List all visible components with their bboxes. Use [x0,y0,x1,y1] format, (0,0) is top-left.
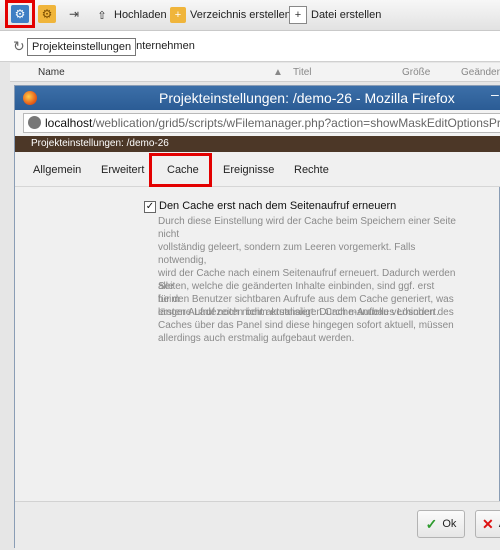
sort-arrow-icon: ▲ [273,67,283,78]
firefox-icon [23,91,37,105]
create-directory-label: Verzeichnis erstellen [190,9,291,21]
site-info-icon[interactable] [28,116,41,129]
ok-button[interactable]: ✓ Ok [417,510,465,538]
column-size[interactable]: Größe [402,67,430,78]
firefox-window: Projekteinstellungen: /demo-26 - Mozilla… [14,85,500,550]
upload-icon: ⇧ [97,9,107,22]
tab-rechte[interactable]: Rechte [294,164,329,176]
window-title: Projekteinstellungen: /demo-26 - Mozilla… [159,90,455,106]
window-titlebar: Projekteinstellungen: /demo-26 - Mozilla… [15,86,500,110]
desc2-line: ersten Aufruf noch nicht aktualisiert. D… [158,307,454,318]
tab-erweitert[interactable]: Erweitert [101,164,144,176]
main-toolbar: ⚙ ⚙ ⇥ ⇧ Hochladen + Verzeichnis erstelle… [0,0,500,31]
create-file-button[interactable]: + Datei erstellen [289,5,381,25]
create-file-label: Datei erstellen [311,9,382,21]
tooltip: Projekteinstellungen [27,38,137,56]
ok-label: Ok [442,518,457,530]
highlight-frame-cache-tab [149,153,212,187]
column-changed[interactable]: Geänder [461,67,500,78]
desc2-line: Seiten, welche die geänderten Inhalte ei… [158,281,435,305]
dialog-title: Projekteinstellungen: /demo-26 [31,138,169,149]
refresh-icon[interactable]: ↻ [13,38,25,55]
desc2-line: allerdings auch erstmalig aufgebaut werd… [158,333,355,344]
description-paragraph-2: Seiten, welche die geänderten Inhalte ei… [158,280,458,345]
folder-add-icon: + [170,7,186,23]
url-host: localhost [45,116,93,130]
minimize-icon[interactable]: – [491,86,499,102]
close-icon: ✕ [482,515,494,532]
path-text: unternehmen [130,40,195,52]
file-add-icon: + [289,6,307,24]
create-directory-button[interactable]: + Verzeichnis erstellen [170,5,291,25]
desc1-line: Durch diese Einstellung wird der Cache b… [158,216,456,240]
column-name[interactable]: Name [38,67,65,78]
export-icon[interactable]: ⇥ [65,5,83,23]
desc1-line: vollständig geleert, sondern zum Leeren … [158,242,416,266]
cancel-button[interactable]: ✕ A [475,510,500,538]
cache-checkbox-label: Den Cache erst nach dem Seitenaufruf ern… [159,200,397,212]
checkmark-icon: ✓ [425,515,438,532]
cache-checkbox[interactable]: ✓ [144,201,156,213]
upload-button[interactable]: ⇧ Hochladen [94,5,167,25]
column-title[interactable]: Titel [293,67,312,78]
url-text[interactable]: localhost/weblication/grid5/scripts/wFil… [45,116,500,130]
highlight-frame-settings [5,0,35,28]
desc2-line: Caches über das Panel sind diese hingege… [158,320,454,331]
upload-label: Hochladen [114,9,167,21]
settings-gear-icon[interactable]: ⚙ [38,5,56,23]
url-path: /weblication/grid5/scripts/wFilemanager.… [92,116,500,130]
tab-ereignisse[interactable]: Ereignisse [223,164,274,176]
tab-allgemein[interactable]: Allgemein [33,164,81,176]
